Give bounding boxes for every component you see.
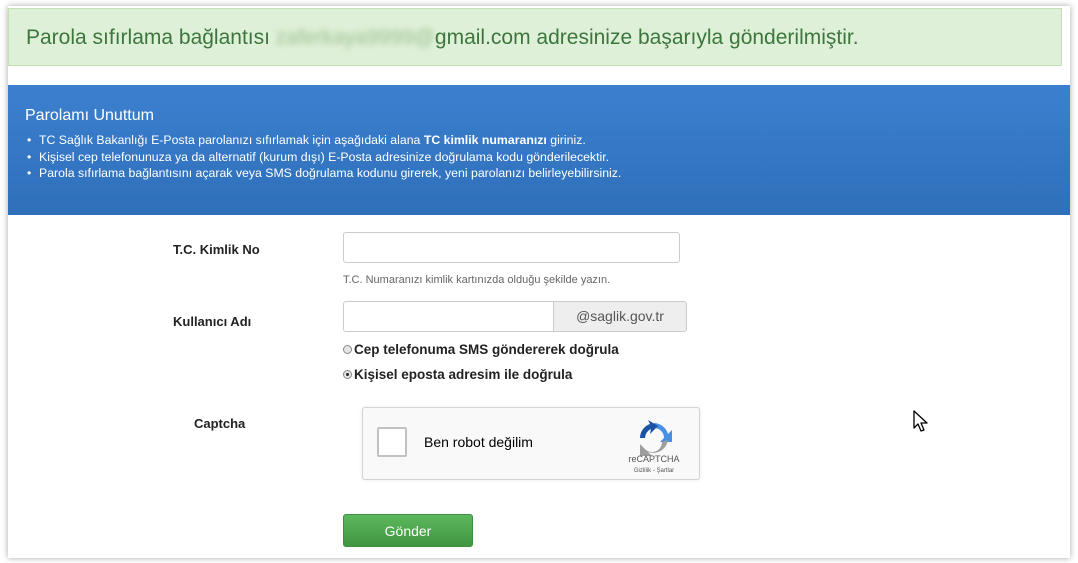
tc-label: T.C. Kimlik No: [173, 242, 260, 257]
instruction-text: TC Sağlık Bakanlığı E-Posta parolanızı s…: [39, 133, 424, 147]
radio-email[interactable]: [343, 370, 352, 379]
instruction-item: TC Sağlık Bakanlığı E-Posta parolanızı s…: [27, 132, 1070, 149]
tc-kimlik-input[interactable]: [343, 232, 680, 263]
instruction-bold: TC kimlik numaranızı: [423, 133, 547, 147]
alert-suffix: gmail.com adresinize başarıyla gönderilm…: [434, 26, 859, 49]
instruction-list: TC Sağlık Bakanlığı E-Posta parolanızı s…: [25, 132, 1070, 182]
blurred-email-user: zaferkaya9999@: [275, 26, 435, 49]
recaptcha-links[interactable]: Gizlilik - Şartlar: [619, 468, 689, 474]
radio-sms-label[interactable]: Cep telefonuma SMS göndererek doğrula: [354, 342, 619, 357]
radio-sms-option[interactable]: Cep telefonuma SMS göndererek doğrula: [343, 342, 619, 357]
captcha-label: Captcha: [194, 416, 246, 431]
username-label: Kullanıcı Adı: [173, 314, 252, 329]
info-panel: Parolamı Unuttum TC Sağlık Bakanlığı E-P…: [8, 85, 1070, 215]
radio-email-label[interactable]: Kişisel eposta adresim ile doğrula: [354, 367, 572, 382]
radio-sms[interactable]: [343, 345, 352, 354]
page-frame: Parola sıfırlama bağlantısı zaferkaya999…: [8, 6, 1070, 558]
username-input[interactable]: [343, 301, 554, 332]
panel-title: Parolamı Unuttum: [25, 107, 154, 124]
recaptcha-checkbox[interactable]: [377, 427, 407, 457]
instruction-item: Parola sıfırlama bağlantısını açarak vey…: [27, 165, 1070, 182]
instruction-text: giriniz.: [546, 133, 586, 147]
alert-prefix: Parola sıfırlama bağlantısı: [26, 26, 270, 49]
radio-email-option[interactable]: Kişisel eposta adresim ile doğrula: [343, 367, 572, 382]
domain-addon: @saglik.gov.tr: [554, 301, 687, 332]
tc-help-text: T.C. Numaranızı kimlik kartınızda olduğu…: [343, 274, 611, 286]
submit-button[interactable]: Gönder: [343, 514, 473, 547]
recaptcha-brand: reCAPTCHA: [628, 454, 680, 464]
mouse-cursor-icon: [913, 410, 928, 432]
recaptcha-text: Ben robot değilim: [424, 434, 533, 450]
recaptcha-logo-icon: [640, 420, 672, 456]
success-alert: Parola sıfırlama bağlantısı zaferkaya999…: [8, 8, 1062, 66]
instruction-item: Kişisel cep telefonunuza ya da alternati…: [27, 149, 1070, 166]
recaptcha-widget: Ben robot değilim reCAPTCHA Gizlilik - Ş…: [362, 407, 700, 480]
